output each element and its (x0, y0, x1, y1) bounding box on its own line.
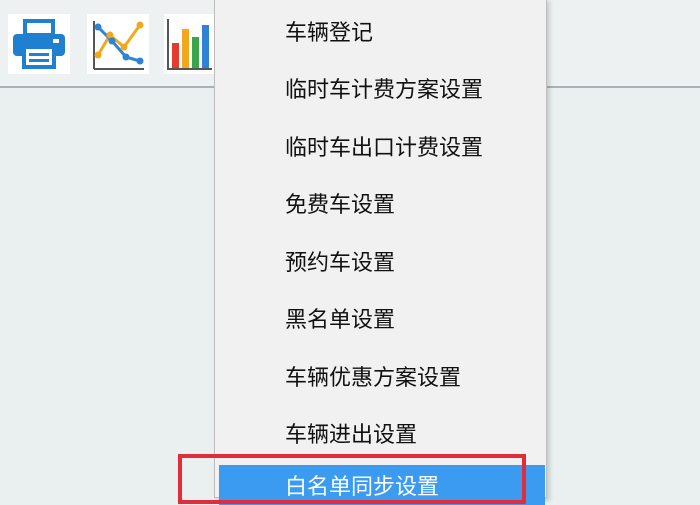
dropdown-menu: 车辆登记 临时车计费方案设置 临时车出口计费设置 免费车设置 预约车设置 黑名单… (214, 0, 547, 505)
menu-item-temp-vehicle-exit-fee[interactable]: 临时车出口计费设置 (215, 126, 546, 166)
menu-item-label: 白名单同步设置 (285, 475, 440, 500)
menu-item-vehicle-registration[interactable]: 车辆登记 (215, 11, 546, 51)
menu-item-reserved-vehicle[interactable]: 预约车设置 (215, 241, 546, 281)
menu-item-temp-vehicle-fee-plan[interactable]: 临时车计费方案设置 (215, 68, 546, 108)
bar-chart-icon (167, 19, 212, 70)
menu-item-label: 黑名单设置 (285, 308, 396, 333)
menu-item-label: 临时车计费方案设置 (285, 78, 484, 103)
print-button[interactable] (8, 14, 70, 74)
menu-item-label: 临时车出口计费设置 (285, 136, 484, 161)
menu-item-free-vehicle[interactable]: 免费车设置 (215, 183, 546, 223)
menu-item-label: 车辆进出设置 (285, 423, 418, 448)
printer-icon (13, 19, 65, 69)
menu-item-vehicle-entry-exit[interactable]: 车辆进出设置 (215, 413, 546, 453)
menu-item-blacklist[interactable]: 黑名单设置 (215, 298, 546, 338)
menu-item-whitelist-sync[interactable]: 白名单同步设置 (219, 465, 545, 505)
bar-chart-button[interactable] (164, 14, 216, 74)
menu-item-label: 车辆优惠方案设置 (285, 366, 462, 391)
menu-item-label: 免费车设置 (285, 193, 396, 218)
menu-item-vehicle-discount-plan[interactable]: 车辆优惠方案设置 (215, 356, 546, 396)
line-chart-icon (93, 21, 144, 70)
menu-item-label: 车辆登记 (285, 21, 374, 46)
line-chart-button[interactable] (87, 14, 149, 74)
menu-item-label: 预约车设置 (285, 251, 396, 276)
